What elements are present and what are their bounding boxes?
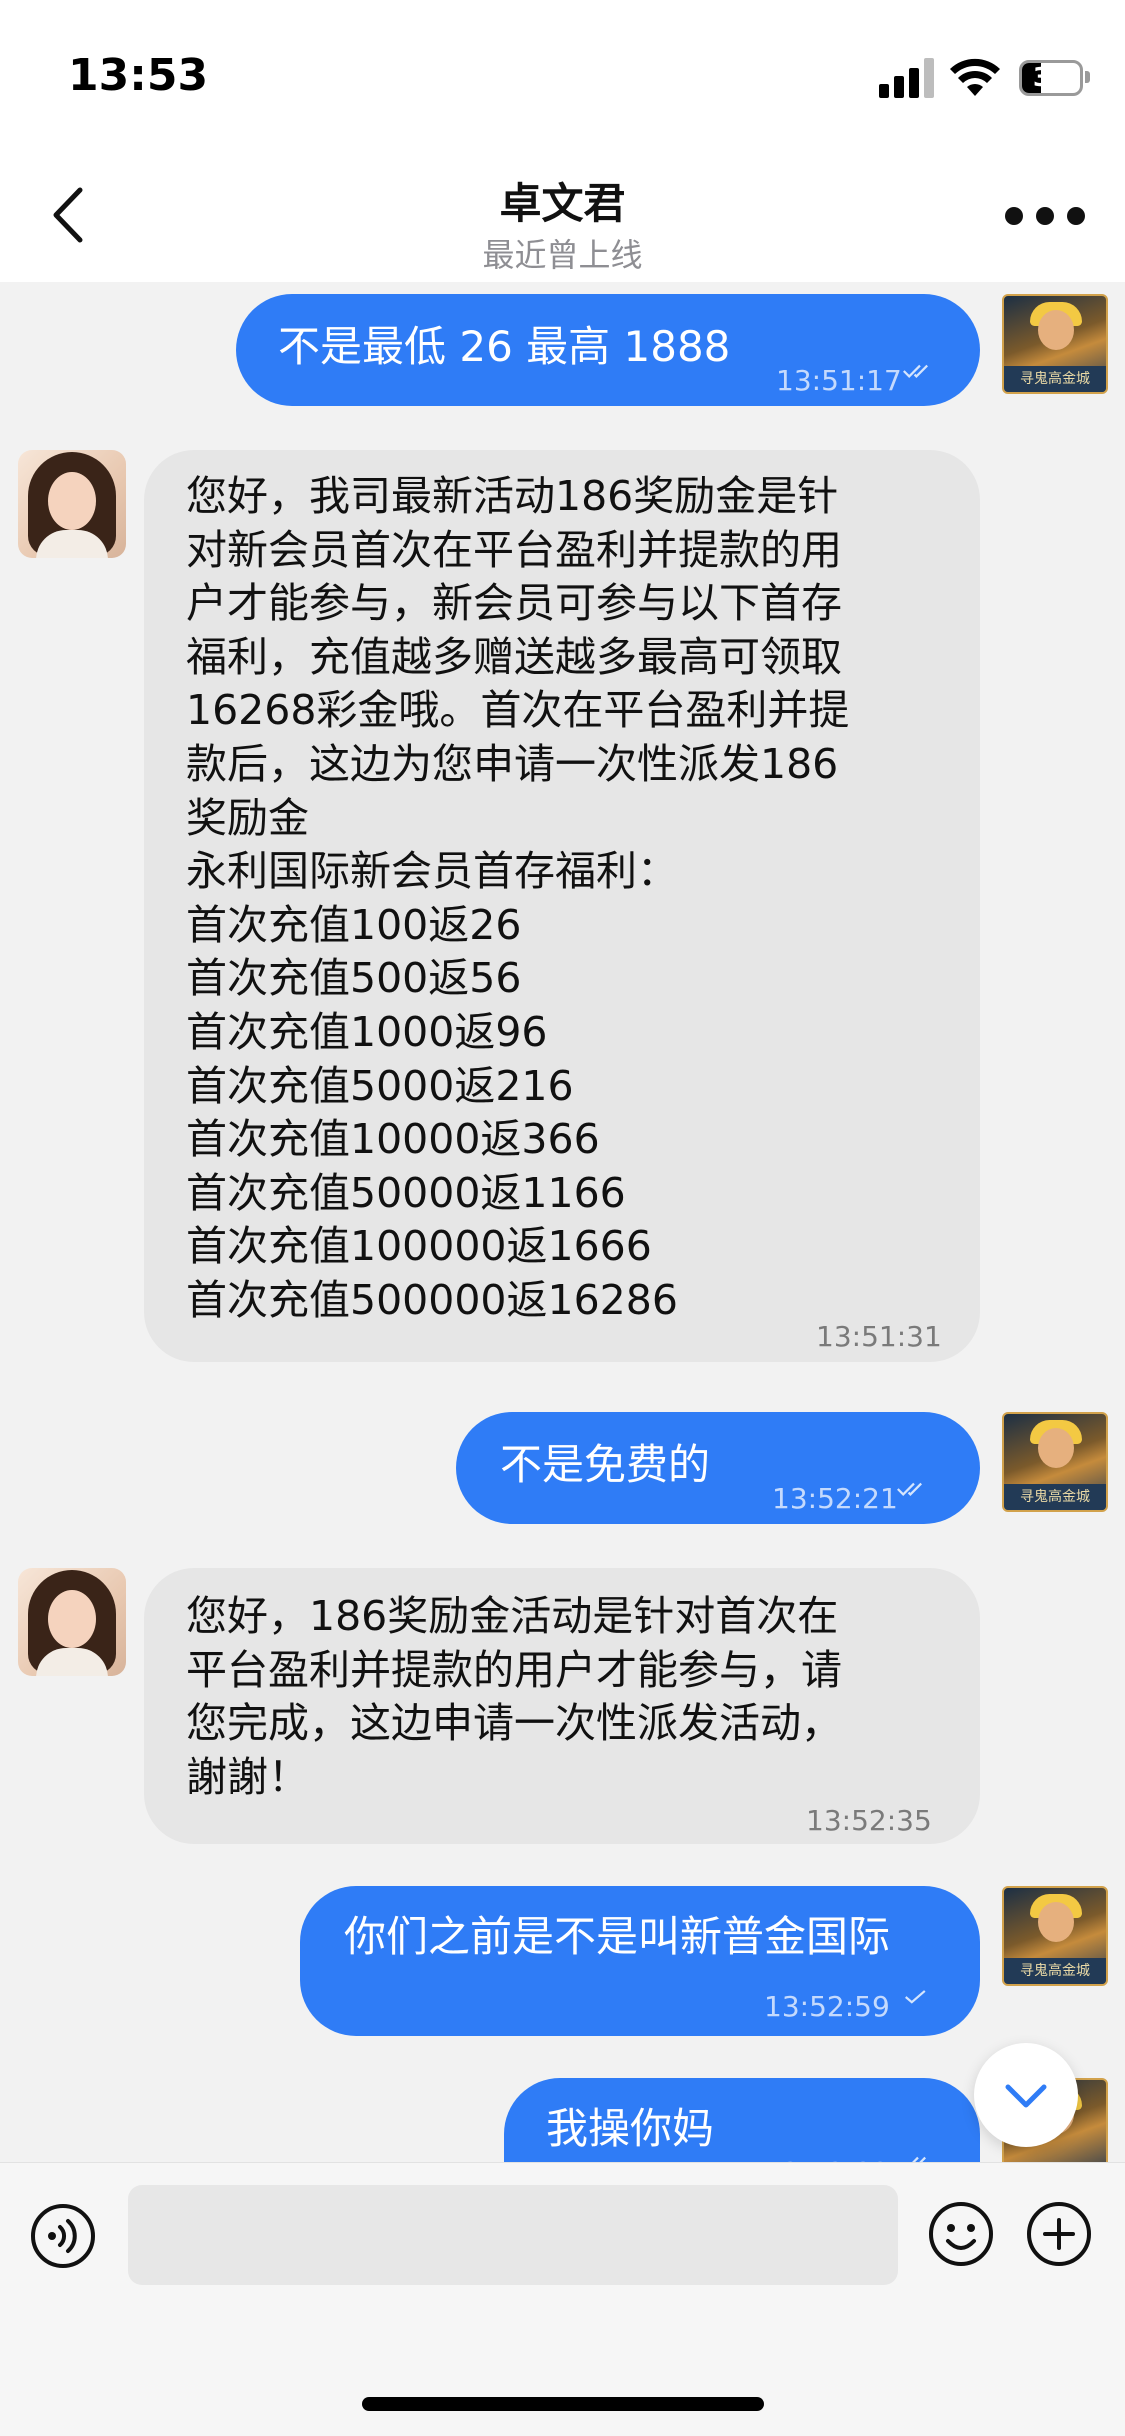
message-text: 您好，186奖励金活动是针对首次在 平台盈利并提款的用户才能参与，请 您完成，这… <box>186 1592 842 1801</box>
plus-icon[interactable] <box>1026 2201 1092 2267</box>
contact-name[interactable]: 卓文君 <box>0 170 1125 231</box>
message-time: 13:52:21 <box>772 1482 898 1515</box>
outgoing-bubble[interactable]: 你们之前是不是叫新普金国际 13:52:59 <box>300 1886 980 2036</box>
message-text: 不是最低 26 最高 1888 <box>278 322 731 371</box>
my-avatar[interactable]: 寻鬼高金城 <box>1002 1886 1108 1986</box>
status-bar: 13:53 32 <box>0 0 1125 150</box>
last-seen-status: 最近曾上线 <box>482 236 643 274</box>
status-time: 13:53 <box>68 50 209 101</box>
incoming-bubble[interactable]: 您好，我司最新活动186奖励金是针 对新会员首次在平台盈利并提款的用 户才能参与… <box>144 450 980 1362</box>
battery-level: 32 <box>1032 63 1070 93</box>
contact-avatar[interactable] <box>18 1568 126 1676</box>
message-time: 13:51:17 <box>776 364 902 397</box>
wifi-icon <box>950 58 1000 96</box>
read-check-icon <box>897 1482 922 1496</box>
message-time: 13:52:35 <box>806 1804 932 1837</box>
incoming-bubble[interactable]: 您好，186奖励金活动是针对首次在 平台盈利并提款的用户才能参与，请 您完成，这… <box>144 1568 980 1844</box>
contact-avatar[interactable] <box>18 450 126 558</box>
message-list[interactable]: 不是最低 26 最高 1888 13:51:17 寻鬼高金城 您好，我司最新活动… <box>0 282 1125 2162</box>
scroll-to-bottom-button[interactable] <box>974 2043 1078 2147</box>
message-text: 不是免费的 <box>500 1440 711 1489</box>
message-text: 我操你妈 <box>546 2104 715 2153</box>
battery-icon: 32 <box>1019 60 1083 96</box>
avatar-banner-text: 寻鬼高金城 <box>1004 1958 1106 1984</box>
read-check-icon <box>912 2156 926 2162</box>
signal-icon <box>879 58 935 98</box>
composer-bar <box>0 2162 1125 2436</box>
voice-icon[interactable] <box>30 2203 96 2269</box>
message-time: 13:51:31 <box>816 1320 942 1353</box>
avatar-banner-text: 寻鬼高金城 <box>1004 366 1106 392</box>
more-dots-icon[interactable] <box>1005 198 1085 234</box>
message-time: 13:52:59 <box>764 1990 890 2023</box>
home-indicator[interactable] <box>362 2397 764 2411</box>
message-text: 你们之前是不是叫新普金国际 <box>344 1912 891 1961</box>
outgoing-bubble[interactable]: 不是免费的 13:52:21 <box>456 1412 980 1524</box>
message-input[interactable] <box>128 2185 898 2285</box>
avatar-banner-text: 寻鬼高金城 <box>1004 1484 1106 1510</box>
read-check-icon <box>903 364 928 378</box>
message-time: 13:53:02 <box>764 2146 890 2162</box>
outgoing-bubble[interactable]: 我操你妈 13:53:02 <box>504 2078 980 2162</box>
my-avatar[interactable]: 寻鬼高金城 <box>1002 294 1108 394</box>
my-avatar[interactable]: 寻鬼高金城 <box>1002 1412 1108 1512</box>
outgoing-bubble[interactable]: 不是最低 26 最高 1888 13:51:17 <box>236 294 980 406</box>
emoji-icon[interactable] <box>928 2201 994 2267</box>
message-text: 您好，我司最新活动186奖励金是针 对新会员首次在平台盈利并提款的用 户才能参与… <box>186 472 850 1324</box>
chevron-down-icon <box>1005 2084 1047 2108</box>
chat-header: 卓文君 最近曾上线 <box>0 150 1125 282</box>
read-check-icon <box>905 1990 926 2004</box>
